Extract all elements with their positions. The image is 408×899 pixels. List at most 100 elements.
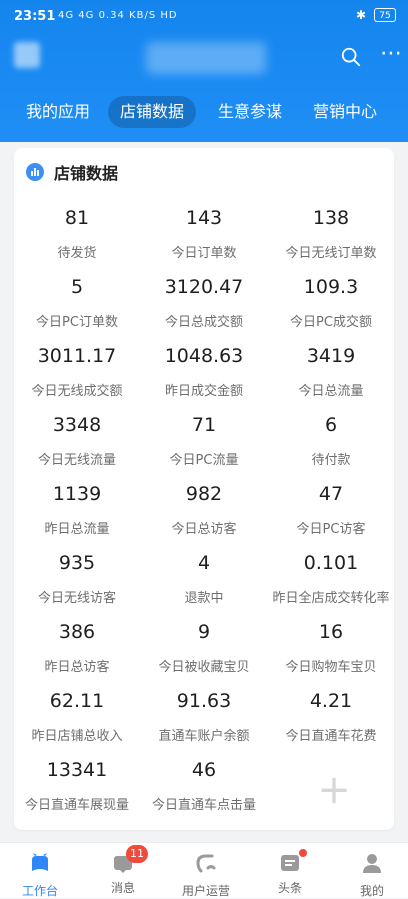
- metric-label: 今日直通车展现量: [24, 798, 129, 813]
- nav-label: 头条: [277, 881, 302, 895]
- status-right: ✱ 75: [356, 8, 396, 22]
- metric-value: 4: [197, 552, 211, 574]
- metric-item[interactable]: 109.3 今日PC成交额: [268, 275, 394, 330]
- metric-value: 4.21: [309, 690, 353, 712]
- add-metric-icon[interactable]: +: [312, 768, 356, 812]
- battery-icon: 75: [374, 8, 396, 22]
- metric-label: 待发货: [57, 246, 97, 261]
- metric-label: 今日直通车花费: [285, 729, 377, 744]
- metric-label: 今日无线流量: [37, 453, 116, 468]
- metric-label: 昨日店铺总收入: [31, 729, 123, 744]
- metric-item[interactable]: 3011.17 今日无线成交额: [14, 344, 140, 399]
- metric-item[interactable]: 1048.63 昨日成交金额: [141, 344, 267, 399]
- metric-item[interactable]: 71 今日PC流量: [141, 413, 267, 468]
- metric-item[interactable]: 4 退款中: [141, 551, 267, 606]
- metric-label: 昨日成交金额: [164, 384, 243, 399]
- metric-label: 退款中: [184, 591, 224, 606]
- avatar[interactable]: [14, 42, 40, 68]
- nav-label: 消息: [110, 881, 135, 895]
- metric-value: 1139: [52, 483, 102, 505]
- metric-item[interactable]: 46 今日直通车点击量: [141, 758, 267, 813]
- metric-value: 47: [318, 483, 344, 505]
- metric-item[interactable]: 3419 今日总流量: [268, 344, 394, 399]
- metric-value: 91.63: [176, 690, 232, 712]
- metric-label: 今日PC成交额: [290, 315, 372, 330]
- metric-value: 3011.17: [37, 345, 117, 367]
- metric-item[interactable]: 143 今日订单数: [141, 206, 267, 261]
- bottom-nav: 工作台 11 消息 用户运营 头条 我的: [0, 842, 408, 898]
- metric-item[interactable]: 13341 今日直通车展现量: [14, 758, 140, 813]
- metric-value: 3348: [52, 414, 102, 436]
- tab-store-data[interactable]: 店铺数据: [108, 96, 197, 128]
- store-data-card: 店铺数据 81 待发货 143 今日订单数 138 今日无线订单数 5 今日PC…: [14, 148, 394, 830]
- chart-icon: [26, 163, 44, 181]
- nav-label: 用户运营: [181, 884, 230, 898]
- metric-label: 今日无线访客: [37, 591, 116, 606]
- signal-icons: 4G 4G 0.34 KB/S HD: [58, 10, 178, 21]
- tab-marketing-center[interactable]: 营销中心: [313, 96, 377, 128]
- search-icon[interactable]: [340, 46, 362, 68]
- nav-headlines[interactable]: 头条: [258, 849, 322, 896]
- metric-item[interactable]: 4.21 今日直通车花费: [268, 689, 394, 744]
- metric-item[interactable]: 138 今日无线订单数: [268, 206, 394, 261]
- metric-value: 81: [64, 207, 90, 229]
- metric-value: 143: [185, 207, 223, 229]
- metric-item[interactable]: 0.101 昨日全店成交转化率: [268, 551, 394, 606]
- metric-label: 今日总访客: [171, 522, 237, 537]
- tab-my-apps[interactable]: 我的应用: [26, 96, 90, 128]
- metric-item[interactable]: 1139 昨日总流量: [14, 482, 140, 537]
- metric-label: 昨日总访客: [44, 660, 110, 675]
- metric-label: 今日总流量: [298, 384, 364, 399]
- metric-label: 今日PC流量: [169, 453, 239, 468]
- metric-item[interactable]: 3348 今日无线流量: [14, 413, 140, 468]
- metric-label: 昨日总流量: [44, 522, 110, 537]
- more-icon[interactable]: ⋯: [380, 43, 402, 68]
- metric-item[interactable]: 6 待付款: [268, 413, 394, 468]
- bluetooth-icon: ✱: [355, 8, 366, 22]
- metric-label: 今日无线成交额: [31, 384, 123, 399]
- metric-value: 109.3: [303, 276, 359, 298]
- metric-label: 今日PC访客: [296, 522, 366, 537]
- metric-label: 今日总成交额: [164, 315, 243, 330]
- message-icon: 11: [110, 845, 148, 875]
- nav-me[interactable]: 我的: [340, 851, 404, 899]
- unread-dot: [299, 849, 307, 857]
- nav-user-ops[interactable]: 用户运营: [174, 851, 238, 899]
- metric-item[interactable]: 386 昨日总访客: [14, 620, 140, 675]
- metric-item[interactable]: 47 今日PC访客: [268, 482, 394, 537]
- nav-messages[interactable]: 11 消息: [91, 845, 155, 896]
- metric-item[interactable]: 935 今日无线访客: [14, 551, 140, 606]
- metric-item[interactable]: 9 今日被收藏宝贝: [141, 620, 267, 675]
- status-time: 23:51: [14, 9, 56, 24]
- tab-business-advisor[interactable]: 生意参谋: [218, 96, 282, 128]
- metric-label: 今日PC订单数: [36, 315, 118, 330]
- metric-value: 9: [197, 621, 211, 643]
- metric-item[interactable]: 16 今日购物车宝贝: [268, 620, 394, 675]
- metric-item[interactable]: 982 今日总访客: [141, 482, 267, 537]
- status-bar: 23:51 4G 4G 0.34 KB/S HD ✱ 75: [0, 0, 408, 34]
- metric-item[interactable]: 5 今日PC订单数: [14, 275, 140, 330]
- workbench-icon: [32, 853, 48, 871]
- metric-item[interactable]: 62.11 昨日店铺总收入: [14, 689, 140, 744]
- metric-label: 待付款: [311, 453, 351, 468]
- metric-value: 386: [58, 621, 96, 643]
- nav-label: 我的: [359, 884, 384, 898]
- metric-label: 直通车账户余额: [158, 729, 250, 744]
- metric-value: 0.101: [303, 552, 359, 574]
- metric-label: 今日被收藏宝贝: [158, 660, 250, 675]
- nav-workbench[interactable]: 工作台: [8, 851, 72, 899]
- metric-value: 982: [185, 483, 223, 505]
- metric-value: 3419: [306, 345, 356, 367]
- store-name: [146, 42, 266, 74]
- metric-value: 71: [191, 414, 217, 436]
- app-header: 23:51 4G 4G 0.34 KB/S HD ✱ 75 ⋯ 我的应用 店铺数…: [0, 0, 408, 142]
- headlines-icon: [277, 849, 307, 875]
- metric-item[interactable]: 81 待发货: [14, 206, 140, 261]
- metric-value: 46: [191, 759, 217, 781]
- metric-item[interactable]: 3120.47 今日总成交额: [141, 275, 267, 330]
- metric-item[interactable]: 91.63 直通车账户余额: [141, 689, 267, 744]
- metric-label: 今日直通车点击量: [151, 798, 256, 813]
- metric-label: 昨日全店成交转化率: [272, 591, 390, 606]
- metric-value: 6: [324, 414, 338, 436]
- metric-value: 3120.47: [164, 276, 244, 298]
